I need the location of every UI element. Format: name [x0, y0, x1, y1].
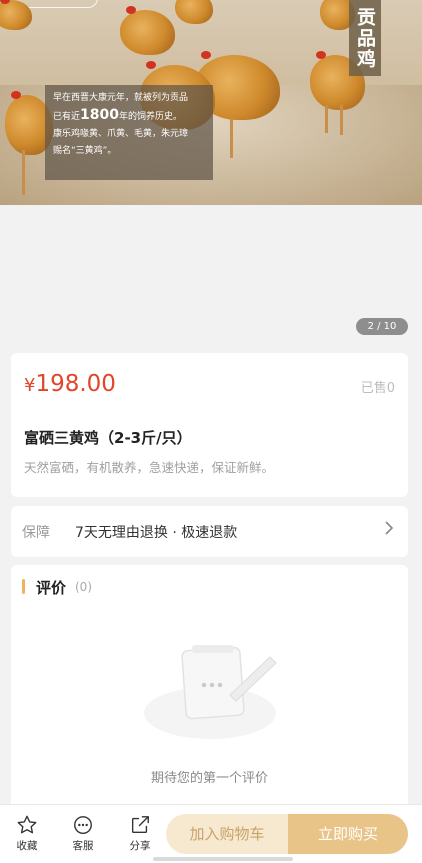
chicken-leg	[22, 150, 25, 195]
empty-review-text: 期待您的第一个评价	[150, 771, 268, 786]
price-card: ¥198.00 已售0 富硒三黄鸡（2-3斤/只） 天然富硒，有机散养，急速快递…	[11, 353, 408, 497]
service-label: 客服	[72, 840, 94, 852]
add-to-cart-button[interactable]: 加入购物车	[166, 814, 288, 854]
currency-symbol: ¥	[24, 375, 36, 396]
caption-line: 赐名“三黄鸡”。	[53, 146, 117, 156]
chicken-leg	[230, 118, 233, 158]
favorite-label: 收藏	[16, 840, 38, 852]
customer-service-button[interactable]: 客服	[63, 814, 103, 853]
star-icon	[17, 815, 37, 834]
review-count: (0)	[75, 580, 92, 594]
empty-review-illustration-icon	[142, 643, 278, 743]
guarantee-row[interactable]: 保障 7天无理由退换 · 极速退款	[11, 506, 408, 557]
image-pager: 2 / 10	[356, 318, 408, 335]
caption-line: 康乐鸡喙黄、爪黄、毛黄，朱元璋	[53, 129, 189, 139]
share-label: 分享	[129, 840, 151, 852]
product-price: ¥198.00	[24, 371, 116, 397]
home-indicator	[153, 857, 293, 861]
chevron-right-icon	[384, 520, 394, 540]
chicken-leg	[340, 105, 343, 135]
section-accent-bar	[22, 579, 25, 594]
favorite-button[interactable]: 收藏	[7, 814, 47, 853]
chicken-figure	[175, 0, 213, 24]
review-section: 评价 (0) 期待您的第一个评价	[11, 565, 408, 810]
chicken-leg	[325, 105, 328, 133]
caption-line: 早在西晋大康元年，就被列为贡品	[53, 93, 189, 103]
product-image-carousel[interactable]: 贡品鸡 早在西晋大康元年，就被列为贡品 已有近1800年的饲养历史。 康乐鸡喙黄…	[0, 0, 422, 205]
tribute-badge: 贡品鸡	[349, 0, 381, 76]
bottom-action-bar: 收藏 客服 分享 加入购物车 立即购买	[0, 804, 422, 863]
share-button[interactable]: 分享	[120, 814, 160, 853]
product-subtitle: 天然富硒，有机散养，急速快递，保证新鲜。	[24, 460, 275, 475]
buy-now-button[interactable]: 立即购买	[288, 814, 408, 854]
caption-line: 已有近1800年的饲养历史。	[53, 107, 205, 126]
share-icon	[131, 816, 149, 834]
review-title: 评价	[36, 579, 67, 597]
chat-bubble-icon	[74, 816, 92, 834]
guarantee-text: 7天无理由退换 · 极速退款	[75, 525, 238, 541]
product-title: 富硒三黄鸡（2-3斤/只）	[24, 429, 192, 447]
chicken-figure	[120, 6, 175, 55]
price-value: 198.00	[35, 371, 116, 397]
sold-count: 已售0	[360, 381, 395, 396]
caption-text: 已有近	[53, 112, 81, 122]
history-caption: 早在西晋大康元年，就被列为贡品 已有近1800年的饲养历史。 康乐鸡喙黄、爪黄、…	[45, 85, 213, 180]
caption-text: 年的饲养历史。	[118, 112, 182, 122]
caption-highlight: 1800	[80, 107, 119, 123]
guarantee-label: 保障	[22, 525, 50, 541]
